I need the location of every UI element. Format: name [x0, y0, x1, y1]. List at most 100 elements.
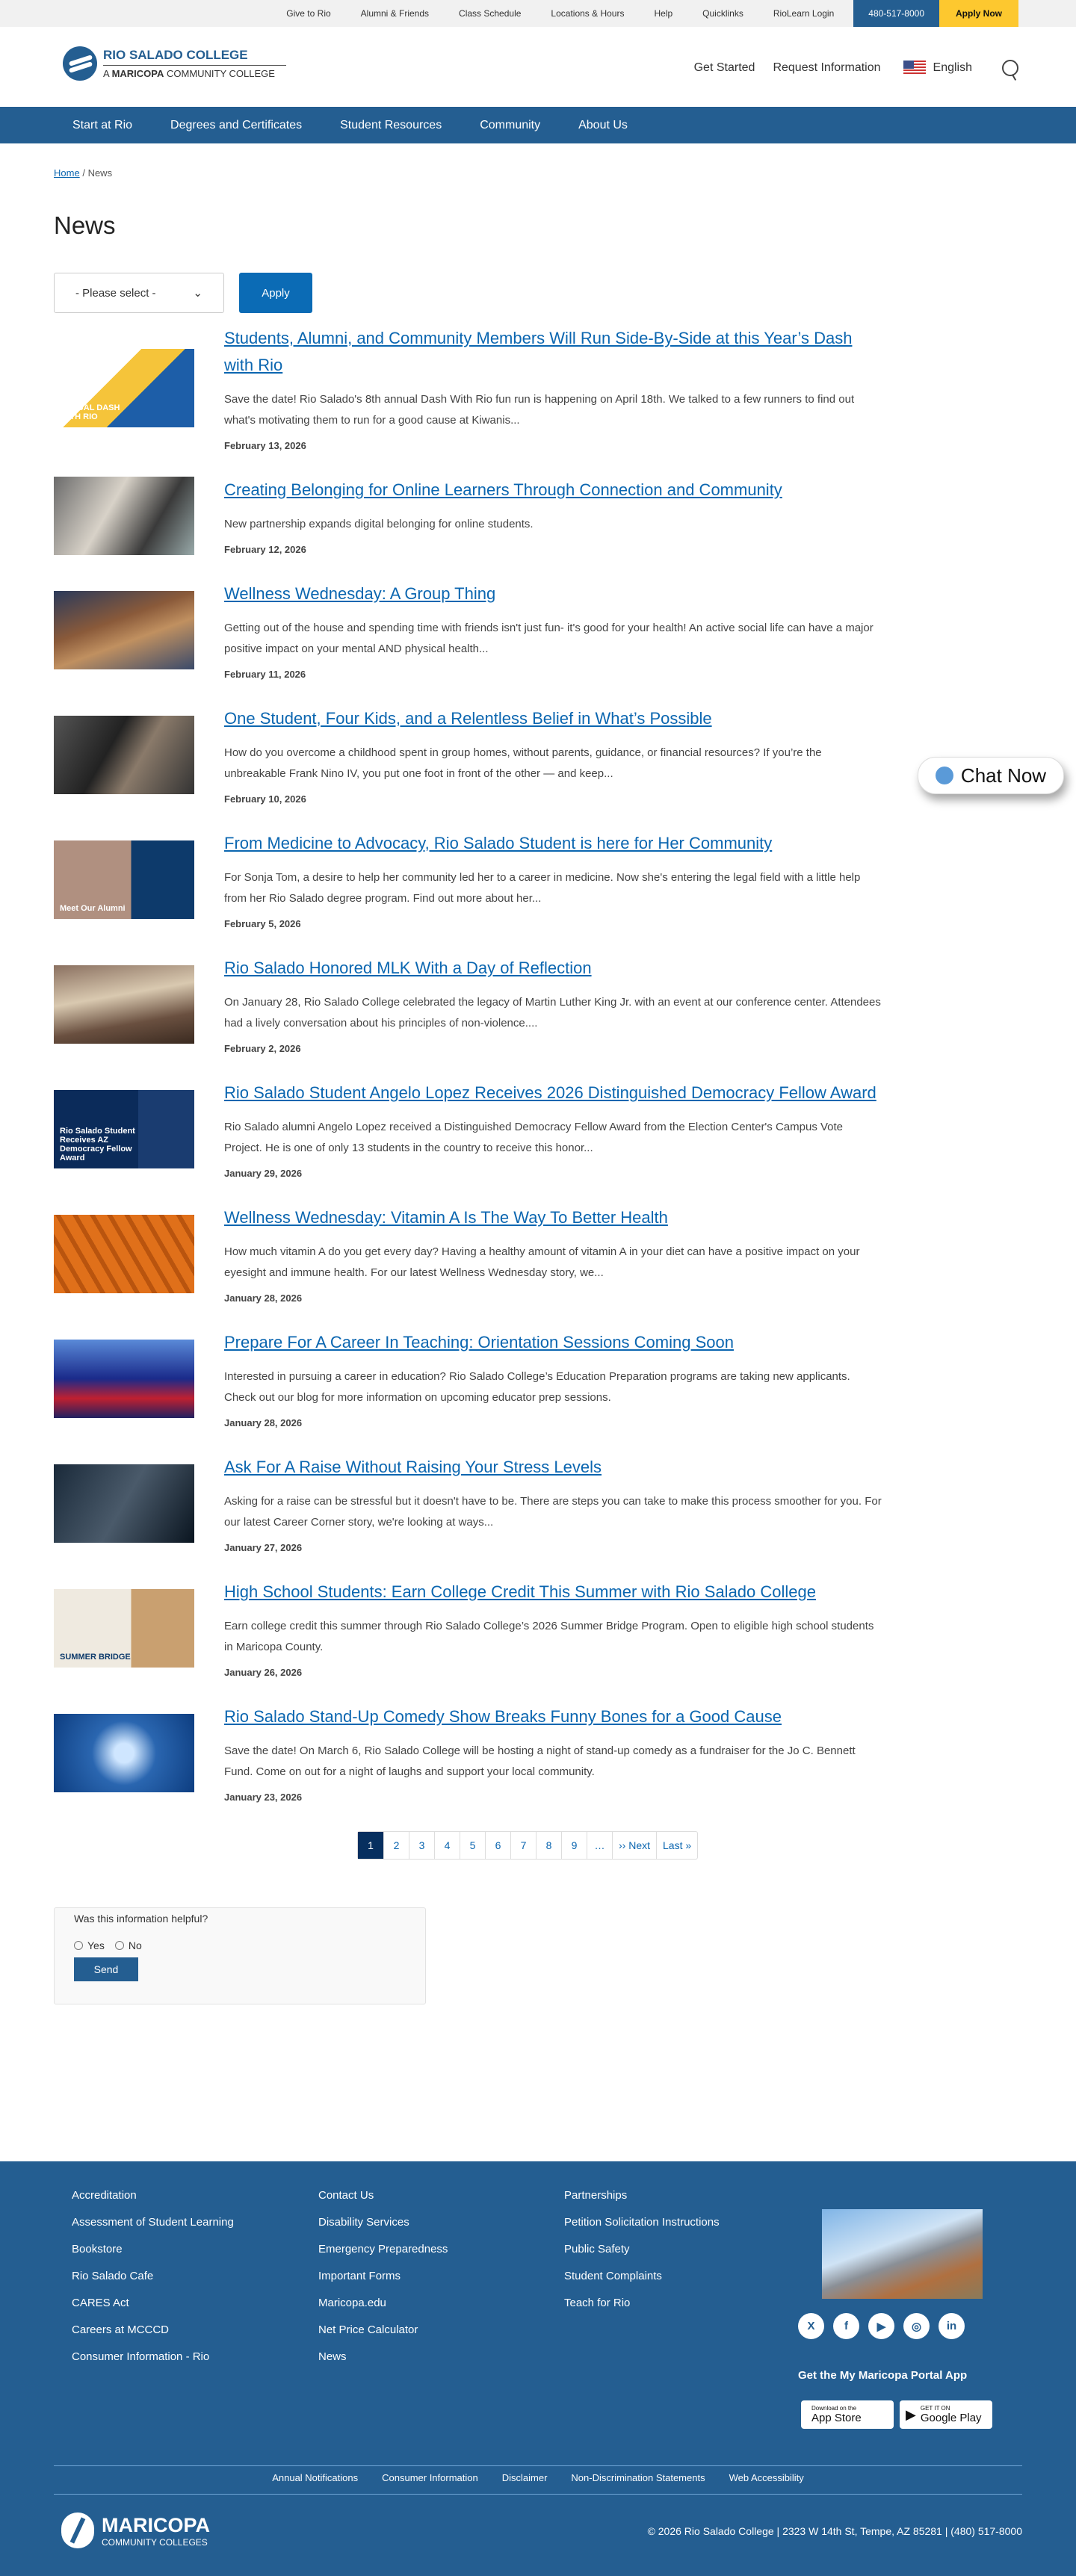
footer-link[interactable]: Student Complaints [564, 2263, 720, 2290]
page-link[interactable]: Last » [656, 1832, 697, 1859]
apply-now-button[interactable]: Apply Now [939, 0, 1018, 27]
search-icon[interactable] [1002, 60, 1018, 76]
footer-legal-link[interactable]: Web Accessibility [729, 2472, 804, 2483]
footer-link[interactable]: CARES Act [72, 2290, 234, 2317]
footer-link[interactable]: Petition Solicitation Instructions [564, 2209, 720, 2236]
page-link[interactable]: ›› Next [612, 1832, 656, 1859]
youtube-icon[interactable]: ▶ [868, 2313, 894, 2339]
page-link[interactable]: 2 [383, 1832, 409, 1859]
article-thumbnail[interactable]: SUMMER BRIDGE [54, 1589, 194, 1668]
language-selector[interactable]: English [933, 61, 972, 75]
footer-link[interactable]: Accreditation [72, 2182, 234, 2209]
footer-link[interactable]: Emergency Preparedness [318, 2236, 448, 2263]
facebook-icon[interactable]: f [833, 2313, 859, 2339]
page-current[interactable]: 1 [358, 1832, 383, 1859]
article-title-link[interactable]: One Student, Four Kids, and a Relentless… [224, 705, 882, 732]
select-value: - Please select - [75, 286, 156, 300]
category-select[interactable]: - Please select - ⌄ [54, 273, 224, 313]
article-title-link[interactable]: From Medicine to Advocacy, Rio Salado St… [224, 830, 882, 857]
linkedin-icon[interactable]: in [939, 2313, 965, 2339]
article-title-link[interactable]: Ask For A Raise Without Raising Your Str… [224, 1454, 882, 1481]
article-thumbnail[interactable] [54, 1464, 194, 1543]
footer-link[interactable]: Public Safety [564, 2236, 720, 2263]
feedback-question: Was this information helpful? [74, 1913, 208, 1925]
article-thumbnail[interactable] [54, 716, 194, 794]
footer-link[interactable]: Important Forms [318, 2263, 448, 2290]
footer-link[interactable]: Contact Us [318, 2182, 448, 2209]
nav-item[interactable]: Degrees and Certificates [170, 119, 302, 132]
footer-legal-link[interactable]: Non-Discrimination Statements [571, 2472, 705, 2483]
utility-link[interactable]: Quicklinks [687, 8, 758, 19]
article-thumbnail[interactable]: Rio Salado Student Receives AZ Democracy… [54, 1090, 194, 1168]
maricopa-logo[interactable]: MARICOPA COMMUNITY COLLEGES [61, 2512, 210, 2548]
page-link[interactable]: 7 [510, 1832, 536, 1859]
footer-legal-link[interactable]: Consumer Information [382, 2472, 478, 2483]
footer-link[interactable]: News [318, 2344, 448, 2371]
page-link[interactable]: 5 [460, 1832, 485, 1859]
no-radio[interactable] [114, 1941, 124, 1950]
footer-link[interactable]: Rio Salado Cafe [72, 2263, 234, 2290]
page-link[interactable]: … [587, 1832, 612, 1859]
footer-link[interactable]: Net Price Calculator [318, 2317, 448, 2344]
page-link[interactable]: 3 [409, 1832, 434, 1859]
utility-link[interactable]: Help [639, 8, 687, 19]
article-thumbnail[interactable] [54, 1340, 194, 1418]
page-link[interactable]: 9 [561, 1832, 587, 1859]
article-title-link[interactable]: Rio Salado Student Angelo Lopez Receives… [224, 1080, 882, 1106]
yes-radio[interactable] [74, 1941, 83, 1950]
article-thumbnail[interactable] [54, 591, 194, 669]
footer-link[interactable]: Partnerships [564, 2182, 720, 2209]
footer-link[interactable]: Maricopa.edu [318, 2290, 448, 2317]
footer-link[interactable]: Assessment of Student Learning [72, 2209, 234, 2236]
utility-link[interactable]: Class Schedule [444, 8, 536, 19]
send-button[interactable]: Send [74, 1957, 138, 1981]
footer-link[interactable]: Bookstore [72, 2236, 234, 2263]
article-title-link[interactable]: Rio Salado Stand-Up Comedy Show Breaks F… [224, 1703, 882, 1730]
article-item: One Student, Four Kids, and a Relentless… [54, 705, 882, 805]
article-thumbnail[interactable] [54, 477, 194, 555]
footer-legal-link[interactable]: Annual Notifications [272, 2472, 358, 2483]
nav-item[interactable]: Start at Rio [72, 119, 132, 132]
footer-link[interactable]: Consumer Information - Rio [72, 2344, 234, 2371]
article-thumbnail[interactable] [54, 965, 194, 1044]
article-date: January 29, 2026 [224, 1168, 303, 1179]
article-title-link[interactable]: Wellness Wednesday: A Group Thing [224, 580, 882, 607]
article-title-link[interactable]: Prepare For A Career In Teaching: Orient… [224, 1329, 882, 1356]
utility-link[interactable]: Alumni & Friends [346, 8, 444, 19]
college-logo[interactable]: RIO SALADO COLLEGE A MARICOPA COMMUNITY … [63, 46, 286, 81]
article-title-link[interactable]: Rio Salado Honored MLK With a Day of Ref… [224, 955, 882, 982]
instagram-icon[interactable]: ◎ [903, 2313, 930, 2339]
article-thumbnail[interactable]: ANNUAL DASH WITH RIO [54, 349, 194, 427]
phone-link[interactable]: 480-517-8000 [853, 0, 939, 27]
page-link[interactable]: 4 [434, 1832, 460, 1859]
google-play-badge[interactable]: ▶ GET IT ON Google Play [900, 2400, 992, 2429]
app-store-badge[interactable]: Download on the App Store [801, 2400, 894, 2429]
footer-link[interactable]: Careers at MCCCD [72, 2317, 234, 2344]
article-body: Ask For A Raise Without Raising Your Str… [224, 1454, 882, 1553]
request-information-link[interactable]: Request Information [773, 61, 880, 75]
article-body: Prepare For A Career In Teaching: Orient… [224, 1329, 882, 1428]
article-title-link[interactable]: High School Students: Earn College Credi… [224, 1579, 882, 1606]
nav-item[interactable]: Community [480, 119, 540, 132]
utility-link[interactable]: RioLearn Login [758, 8, 849, 19]
page-link[interactable]: 6 [485, 1832, 510, 1859]
article-title-link[interactable]: Students, Alumni, and Community Members … [224, 325, 882, 379]
x-icon[interactable]: X [798, 2313, 824, 2339]
article-title-link[interactable]: Wellness Wednesday: Vitamin A Is The Way… [224, 1204, 882, 1231]
article-thumbnail[interactable] [54, 1714, 194, 1792]
article-thumbnail[interactable] [54, 1215, 194, 1293]
nav-item[interactable]: Student Resources [340, 119, 442, 132]
footer-legal-link[interactable]: Disclaimer [502, 2472, 548, 2483]
apply-filter-button[interactable]: Apply [239, 273, 312, 313]
breadcrumb-home[interactable]: Home [54, 167, 80, 179]
get-started-link[interactable]: Get Started [694, 61, 755, 75]
footer-link[interactable]: Disability Services [318, 2209, 448, 2236]
nav-item[interactable]: About Us [578, 119, 628, 132]
article-title-link[interactable]: Creating Belonging for Online Learners T… [224, 477, 882, 504]
chat-now-button[interactable]: Chat Now [918, 757, 1064, 794]
page-link[interactable]: 8 [536, 1832, 561, 1859]
utility-link[interactable]: Give to Rio [271, 8, 345, 19]
footer-link[interactable]: Teach for Rio [564, 2290, 720, 2317]
utility-link[interactable]: Locations & Hours [536, 8, 639, 19]
article-thumbnail[interactable]: Meet Our Alumni [54, 840, 194, 919]
